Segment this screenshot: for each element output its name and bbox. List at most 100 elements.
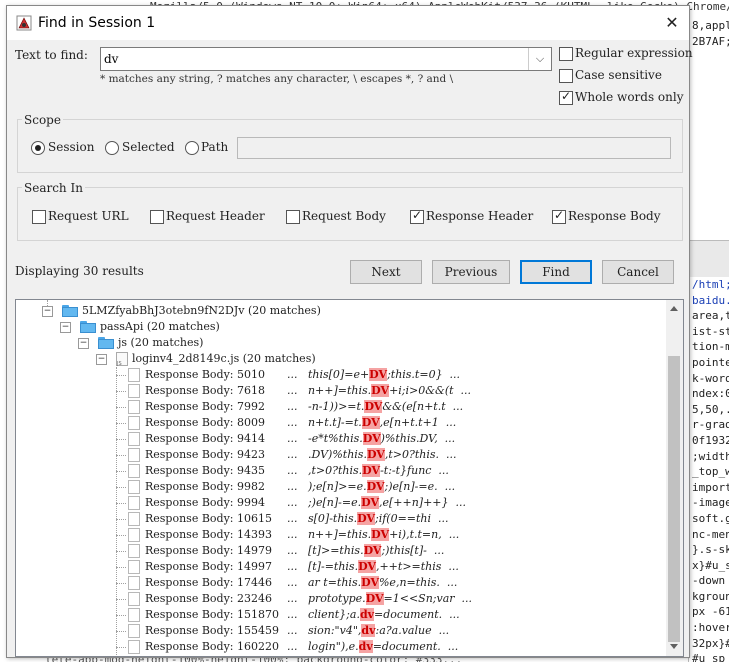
previous-button[interactable]: Previous (432, 260, 510, 284)
snippet-after: ,e[++n]++} ... (378, 496, 467, 509)
result-row[interactable]: Response Body: 10615 ... s[0]-this.DV;if… (112, 511, 662, 527)
snippet-match-highlight: DV (371, 528, 390, 541)
snippet-before: ... prototype. (280, 592, 366, 605)
result-row[interactable]: Response Body: 8009 ... n+t.t]-=t.DV,e[n… (112, 415, 662, 431)
result-row[interactable]: Response Body: 17446 ... ar t=this.DV%e,… (112, 575, 662, 591)
results-tree-view[interactable]: − 5LMZfyabBhJ3otebn9fN2DJv (20 matches) … (15, 299, 684, 657)
background-text-line: soft.g (692, 511, 729, 525)
match-document-icon (128, 496, 140, 510)
response-header-checkbox[interactable] (410, 208, 424, 224)
find-button[interactable]: Find (520, 260, 592, 284)
match-document-icon (128, 464, 140, 478)
result-row[interactable]: Response Body: 14997 ... [t]-=this.DV,++… (112, 559, 662, 575)
result-row[interactable]: Response Body: 14979 ... [t]>=this.DV;)t… (112, 543, 662, 559)
collapse-icon[interactable]: − (96, 354, 107, 365)
background-text-line: :hover (692, 621, 729, 635)
snippet-after: %e,n=this. ... (378, 576, 458, 589)
result-row[interactable]: Response Body: 9982 ... );e[n]>=e.DV;)e[… (112, 479, 662, 495)
result-row-label: Response Body: 7992 (145, 400, 265, 413)
tree-node-session[interactable]: − 5LMZfyabBhJ3otebn9fN2DJv (20 matches) (40, 303, 640, 319)
result-row[interactable]: Response Body: 9994 ... ;)e[n]-=e.DV,e[+… (112, 495, 662, 511)
result-row-label: Response Body: 151870 (145, 608, 279, 621)
cancel-button[interactable]: Cancel (602, 260, 674, 284)
background-text-line: ;width (692, 449, 729, 463)
result-row[interactable]: Response Body: 7992 ... -n-1))>=t.DV&&(e… (112, 399, 662, 415)
whole-words-checkbox[interactable] (559, 89, 573, 105)
result-row[interactable]: Response Body: 14393 ... n++]=this.DV+i)… (112, 527, 662, 543)
regular-expression-checkbox[interactable] (559, 47, 573, 61)
result-row-snippet: ... prototype.DV=1<<Sn;var ... (280, 591, 472, 607)
match-document-icon (128, 368, 140, 382)
result-row-snippet: ... -n-1))>=t.DV&&(e[n+t.t ... (280, 399, 463, 415)
scope-path-radio[interactable] (185, 141, 199, 155)
dropdown-arrow-icon[interactable]: ⌵ (528, 48, 551, 70)
request-url-checkbox[interactable] (32, 210, 46, 224)
result-row[interactable]: Response Body: 23246 ... prototype.DV=1<… (112, 591, 662, 607)
snippet-after: ;)e[n]-=e. ... (384, 480, 456, 493)
request-header-checkbox[interactable] (150, 210, 164, 224)
scroll-down-arrow-icon[interactable] (670, 644, 678, 649)
tree-node-file[interactable]: − JS loginv4_2d8149c.js (20 matches) (94, 351, 634, 367)
background-panel-strip (688, 240, 729, 277)
close-icon[interactable]: ✕ (659, 10, 685, 36)
result-row[interactable]: Response Body: 9423 ... .DV)%this.DV,t>0… (112, 447, 662, 463)
result-row-snippet: ... ar t=this.DV%e,n=this. ... (280, 575, 457, 591)
result-row-snippet: ... ;)e[n]-=e.DV,e[++n]++} ... (280, 495, 466, 511)
collapse-icon[interactable]: − (78, 338, 89, 349)
background-text-line: tion-m (692, 340, 729, 354)
result-row[interactable]: Response Body: 151870 ... client};a.dv=d… (112, 607, 662, 623)
tree-connector (116, 631, 126, 632)
case-sensitive-checkbox[interactable] (559, 69, 573, 83)
title-bar[interactable]: Find in Session 1 ✕ (7, 6, 689, 40)
snippet-match-highlight: DV (366, 480, 385, 493)
background-right-text-a: 8,appl 2B7AF; (692, 18, 729, 50)
request-body-checkbox[interactable] (286, 210, 300, 224)
scope-selected-radio[interactable] (105, 141, 119, 155)
result-row[interactable]: Response Body: 9414 ... -e*t%this.DV)%th… (112, 431, 662, 447)
snippet-after: ,e[n+t.t+1 ... (379, 416, 457, 429)
dialog-title: Find in Session 1 (38, 15, 156, 31)
tree-connector (116, 647, 126, 648)
match-document-icon (128, 384, 140, 398)
result-row[interactable]: Response Body: 7618 ... n++]=this.DV+i;i… (112, 383, 662, 399)
result-row-snippet: ... n++]=this.DV+i;i>0&&(t ... (280, 383, 471, 399)
result-row[interactable]: Response Body: 155459 ... sion:"v4",dv:a… (112, 623, 662, 639)
snippet-before: ... sion:"v4", (280, 624, 362, 637)
tree-connector (116, 407, 126, 408)
results-scrollbar[interactable] (666, 300, 683, 656)
results-tree[interactable]: − 5LMZfyabBhJ3otebn9fN2DJv (20 matches) … (16, 300, 666, 656)
result-row[interactable]: Response Body: 160220 ... login"),e.dv=d… (112, 639, 662, 655)
result-row-snippet: ... login"),e.dv=document. ... (280, 639, 458, 655)
snippet-match-highlight: dv (361, 624, 376, 637)
result-row-label: Response Body: 160220 (145, 640, 279, 653)
result-row[interactable]: Response Body: 9435 ... ,t>0?this.DV-t:-… (112, 463, 662, 479)
background-text-line: px -61 (692, 605, 729, 619)
search-input[interactable] (104, 50, 524, 68)
snippet-match-highlight: DV (361, 576, 379, 589)
match-document-icon (128, 400, 140, 414)
tree-connector (116, 599, 126, 600)
snippet-match-highlight: DV (357, 512, 375, 525)
response-body-checkbox[interactable] (552, 208, 566, 224)
snippet-before: ... login"),e. (280, 640, 359, 653)
scroll-thumb[interactable] (668, 356, 680, 642)
snippet-before: ... ;)e[n]-=e. (280, 496, 362, 509)
collapse-icon[interactable]: − (60, 322, 71, 333)
path-input[interactable] (237, 137, 671, 159)
snippet-match-highlight: DV (363, 544, 382, 557)
tree-node-js[interactable]: − js (20 matches) (76, 335, 636, 351)
result-row[interactable]: Response Body: 5010 ... this[0]=e+DV;thi… (112, 367, 662, 383)
tree-node-passapi[interactable]: − passApi (20 matches) (58, 319, 638, 335)
next-button[interactable]: Next (350, 260, 422, 284)
background-text-line: #u_sp . (692, 652, 729, 662)
match-document-icon (128, 544, 140, 558)
fiddler-app-icon (16, 15, 32, 31)
snippet-after: +i;i>0&&(t ... (389, 384, 472, 397)
scroll-up-arrow-icon[interactable] (670, 306, 678, 311)
collapse-icon[interactable]: − (42, 306, 53, 317)
result-row-snippet: ... .DV)%this.DV,t>0?this. ... (280, 447, 457, 463)
search-combobox[interactable]: ⌵ (100, 47, 552, 71)
scope-session-radio[interactable] (31, 141, 45, 155)
result-row-snippet: ... s[0]-this.DV;if(0==thi ... (280, 511, 449, 527)
snippet-before: ... this[0]=e+ (280, 368, 370, 381)
